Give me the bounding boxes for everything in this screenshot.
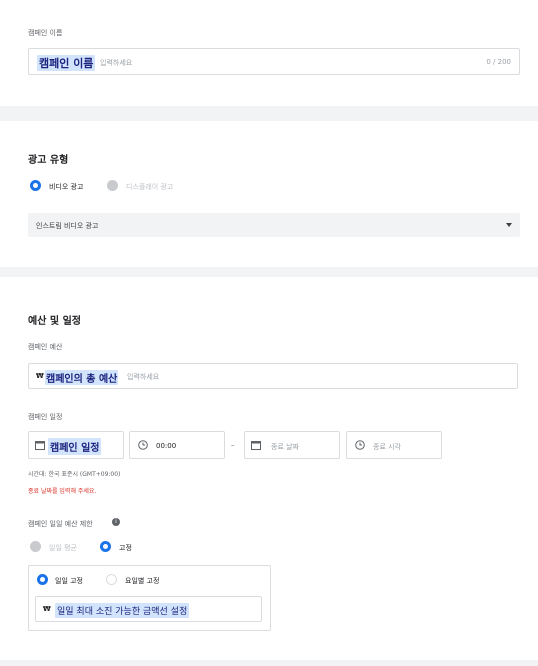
clock-icon [355,440,365,450]
radio-weekday-fixed-label: 요일별 고정 [125,577,160,585]
end-time-input[interactable]: 종료 시각 [346,431,442,459]
campaign-name-value: 캠페인 이름 [37,55,96,71]
radio-fixed[interactable] [100,541,111,552]
radio-daily-fixed[interactable] [37,574,48,585]
info-icon[interactable]: i [112,518,120,526]
budget-title: 예산 및 일정 [28,316,81,327]
end-time-placeholder: 종료 시각 [373,443,401,451]
campaign-name-label: 캠페인 이름 [28,29,63,37]
radio-video-ad-label: 비디오 광고 [49,183,84,191]
timezone-text: 시간대: 한국 표준시 (GMT+09:00) [28,471,121,478]
campaign-name-card: 캠페인 이름 캠페인 이름 입력하세요 0 / 200 [0,0,538,106]
budget-input[interactable]: ₩ 캠페인의 총 예산 입력하세요 [28,363,518,389]
radio-daily-average[interactable] [30,541,41,552]
radio-display-ad-label: 디스플레이 광고 [126,183,174,191]
fixed-options-box: 일일 고정 요일별 고정 ₩ 일일 최대 소진 가능한 금액선 설정 [28,565,271,631]
end-date-placeholder: 종료 날짜 [271,443,299,451]
schedule-label: 캠페인 일정 [28,413,63,421]
campaign-name-placeholder: 입력하세요 [100,59,133,67]
daily-max-input[interactable]: ₩ 일일 최대 소진 가능한 금액선 설정 [35,596,262,622]
end-date-input[interactable]: 종료 날짜 [244,431,340,459]
daily-limit-label: 캠페인 일일 예산 제한 [28,520,93,528]
radio-fixed-label: 고정 [119,544,132,552]
date-range-dash: – [231,441,235,449]
calendar-icon [35,441,45,450]
end-date-error: 종료 날짜를 입력해 주세요. [28,488,97,495]
ad-format-select-value: 인스트림 비디오 광고 [36,222,99,230]
radio-daily-fixed-label: 일일 고정 [55,577,83,585]
budget-label: 캠페인 예산 [28,343,63,351]
radio-video-ad[interactable] [30,180,41,191]
currency-symbol: ₩ [36,372,44,380]
start-time-value: 00:00 [156,442,177,450]
budget-placeholder: 입력하세요 [127,373,160,381]
clock-icon [138,440,148,450]
ad-format-select[interactable]: 인스트림 비디오 광고 [28,213,520,237]
start-time-input[interactable]: 00:00 [129,431,225,459]
ad-type-card: 광고 유형 비디오 광고 디스플레이 광고 인스트림 비디오 광고 [0,121,538,267]
dropdown-arrow-icon [506,223,512,227]
calendar-icon [251,441,261,450]
budget-value: 캠페인의 총 예산 [45,370,119,385]
campaign-name-input[interactable]: 캠페인 이름 입력하세요 0 / 200 [28,48,520,75]
radio-daily-average-label: 일일 평균 [49,544,77,552]
radio-weekday-fixed[interactable] [106,574,117,585]
daily-currency-symbol: ₩ [43,605,51,613]
start-date-input[interactable]: 캠페인 일정 [28,431,124,459]
start-date-value: 캠페인 일정 [48,438,102,455]
daily-max-value: 일일 최대 소진 가능한 금액선 설정 [55,603,190,618]
char-counter: 0 / 200 [486,58,511,66]
ad-type-title: 광고 유형 [28,155,69,166]
budget-schedule-card: 예산 및 일정 캠페인 예산 ₩ 캠페인의 총 예산 입력하세요 캠페인 일정 … [0,277,538,660]
radio-display-ad[interactable] [107,180,118,191]
